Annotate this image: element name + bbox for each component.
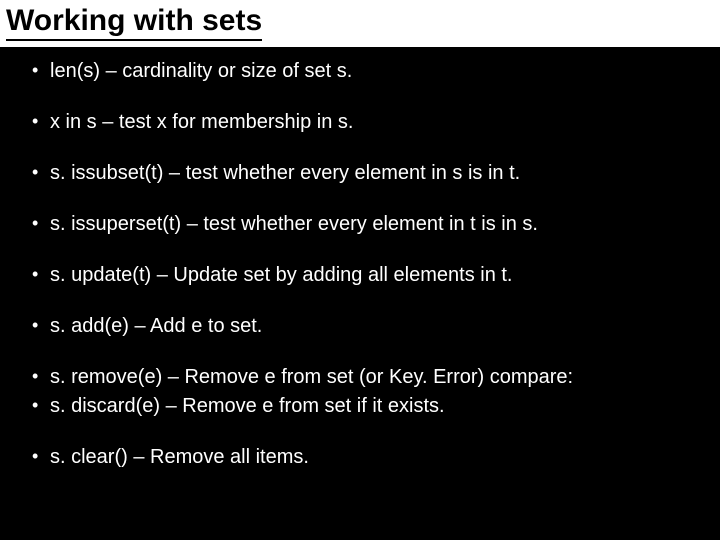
bullet-icon: • bbox=[32, 365, 50, 388]
bullet-icon: • bbox=[32, 110, 50, 133]
slide-title: Working with sets bbox=[6, 4, 262, 41]
bullet-text: x in s – test x for membership in s. bbox=[50, 110, 688, 135]
slide-content: • len(s) – cardinality or size of set s.… bbox=[0, 47, 720, 470]
slide: Working with sets • len(s) – cardinality… bbox=[0, 0, 720, 540]
list-item: • s. issuperset(t) – test whether every … bbox=[32, 212, 688, 237]
bullet-text: s. clear() – Remove all items. bbox=[50, 445, 688, 470]
list-item: • s. remove(e) – Remove e from set (or K… bbox=[32, 365, 688, 390]
title-bar: Working with sets bbox=[0, 0, 720, 47]
bullet-icon: • bbox=[32, 59, 50, 82]
list-item: • len(s) – cardinality or size of set s. bbox=[32, 59, 688, 84]
bullet-icon: • bbox=[32, 314, 50, 337]
bullet-text: s. remove(e) – Remove e from set (or Key… bbox=[50, 365, 688, 390]
bullet-text: s. update(t) – Update set by adding all … bbox=[50, 263, 688, 288]
bullet-icon: • bbox=[32, 263, 50, 286]
list-item: • s. issubset(t) – test whether every el… bbox=[32, 161, 688, 186]
list-item: • x in s – test x for membership in s. bbox=[32, 110, 688, 135]
bullet-text: s. issubset(t) – test whether every elem… bbox=[50, 161, 688, 186]
bullet-icon: • bbox=[32, 212, 50, 235]
bullet-text: s. issuperset(t) – test whether every el… bbox=[50, 212, 688, 237]
list-item: • s. discard(e) – Remove e from set if i… bbox=[32, 394, 688, 419]
bullet-icon: • bbox=[32, 161, 50, 184]
list-item: • s. clear() – Remove all items. bbox=[32, 445, 688, 470]
bullet-icon: • bbox=[32, 445, 50, 468]
list-item: • s. update(t) – Update set by adding al… bbox=[32, 263, 688, 288]
bullet-text: s. discard(e) – Remove e from set if it … bbox=[50, 394, 688, 419]
bullet-text: s. add(e) – Add e to set. bbox=[50, 314, 688, 339]
bullet-text: len(s) – cardinality or size of set s. bbox=[50, 59, 688, 84]
list-item: • s. add(e) – Add e to set. bbox=[32, 314, 688, 339]
bullet-icon: • bbox=[32, 394, 50, 417]
